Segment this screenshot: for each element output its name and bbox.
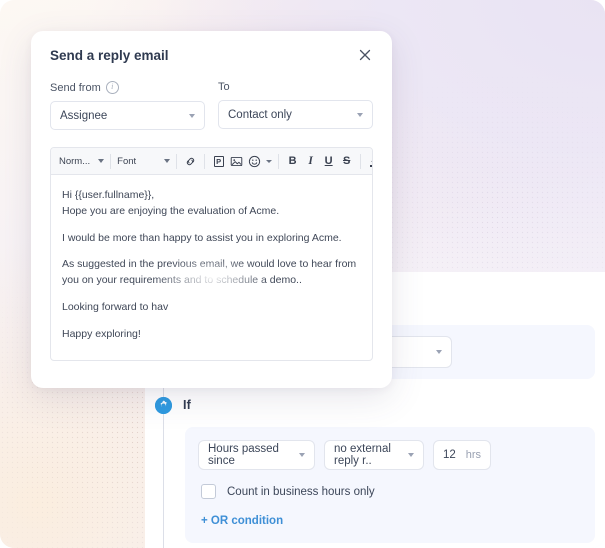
send-from-label-row: Send from i [50, 81, 205, 94]
condition-subject-value: Hours passed since [208, 443, 279, 467]
chevron-down-icon[interactable] [266, 159, 273, 163]
link-icon[interactable] [183, 154, 198, 169]
insert-group [179, 154, 202, 169]
editor-line: Looking forward to hav [62, 300, 169, 313]
send-reply-email-modal: Send a reply email Send from i Assignee [31, 31, 392, 388]
editor-line: Hi {{user.fullname}}, [62, 189, 155, 201]
if-card: Hours passed since no external reply r..… [185, 427, 595, 543]
editor-line: I would be more than happy to assist you… [62, 231, 342, 244]
underline-button[interactable]: U [321, 154, 336, 169]
editor-line: Happy exploring! [62, 327, 141, 340]
paragraph-format-group: Norm... [55, 156, 108, 167]
text-style-group: B I U S [281, 154, 358, 169]
rich-text-editor: Norm... Font P B I U S Hi {{user.fullnam… [50, 147, 373, 361]
editor-line: As suggested in the previous email, we w… [62, 258, 357, 286]
to-label-row: To [218, 81, 373, 93]
to-select[interactable]: Contact only [218, 100, 373, 129]
strikethrough-button[interactable]: S [339, 154, 354, 169]
toolbar-divider [204, 153, 206, 169]
image-icon[interactable] [229, 154, 244, 169]
italic-button[interactable]: I [303, 154, 318, 169]
editor-body[interactable]: Hi {{user.fullname}}, Hope you are enjoy… [51, 175, 372, 360]
toolbar-divider [110, 153, 112, 169]
modal-fields: Send from i Assignee To Contact only [31, 81, 392, 130]
modal-header: Send a reply email [31, 31, 392, 63]
chevron-down-icon[interactable] [299, 453, 305, 457]
text-color-icon[interactable]: A [367, 154, 372, 169]
chevron-down-icon[interactable] [357, 112, 363, 117]
gear-circle-icon [155, 396, 172, 414]
workflow-if-section: If Hours passed since no external reply … [145, 394, 605, 543]
business-hours-label: Count in business hours only [227, 485, 375, 498]
chevron-down-icon [98, 159, 105, 163]
toolbar-divider [360, 153, 362, 169]
condition-operator-select[interactable]: no external reply r.. [324, 440, 424, 470]
add-or-condition-link[interactable]: + OR condition [198, 515, 582, 527]
chevron-down-icon [164, 159, 171, 163]
if-header: If [145, 394, 605, 416]
business-hours-checkbox[interactable] [201, 484, 216, 499]
screenshot-stage: When Mailbox reply is sent [0, 0, 605, 548]
info-icon[interactable]: i [105, 81, 119, 94]
chevron-down-icon[interactable] [436, 350, 442, 354]
bold-button[interactable]: B [285, 154, 300, 169]
send-from-field: Send from i Assignee [50, 81, 205, 130]
media-group: P [207, 154, 276, 169]
font-family-dropdown[interactable]: Font [117, 155, 171, 167]
condition-row: Hours passed since no external reply r..… [198, 440, 582, 470]
to-label: To [218, 81, 230, 93]
chevron-down-icon[interactable] [189, 113, 195, 118]
condition-operator-value: no external reply r.. [334, 443, 391, 467]
paragraph-format-dropdown[interactable]: Norm... [59, 155, 105, 167]
if-title: If [183, 398, 191, 412]
send-from-select[interactable]: Assignee [50, 101, 205, 130]
font-family-value: Font [117, 155, 137, 167]
toolbar-divider [176, 153, 178, 169]
close-icon[interactable] [357, 47, 373, 63]
condition-amount-value: 12 [443, 449, 456, 461]
condition-subject-select[interactable]: Hours passed since [198, 440, 315, 470]
condition-amount-input[interactable]: 12 hrs [433, 440, 491, 470]
editor-toolbar: Norm... Font P B I U S [51, 148, 372, 175]
modal-title: Send a reply email [50, 47, 169, 63]
condition-amount-unit: hrs [465, 449, 481, 461]
to-value: Contact only [228, 108, 292, 121]
editor-line: Hope you are enjoying the evaluation of … [62, 204, 280, 217]
color-group: A A [363, 154, 372, 169]
send-from-label: Send from [50, 81, 101, 94]
toolbar-divider [278, 153, 280, 169]
personalize-token-icon[interactable]: P [211, 154, 226, 169]
font-family-group: Font [113, 156, 174, 167]
emoji-icon[interactable] [247, 154, 262, 169]
business-hours-checkbox-row[interactable]: Count in business hours only [198, 484, 582, 499]
text-color-letter: A [371, 155, 372, 165]
chevron-down-icon[interactable] [408, 453, 414, 457]
to-field: To Contact only [218, 81, 373, 130]
send-from-value: Assignee [60, 109, 108, 122]
paragraph-format-value: Norm... [59, 155, 91, 167]
